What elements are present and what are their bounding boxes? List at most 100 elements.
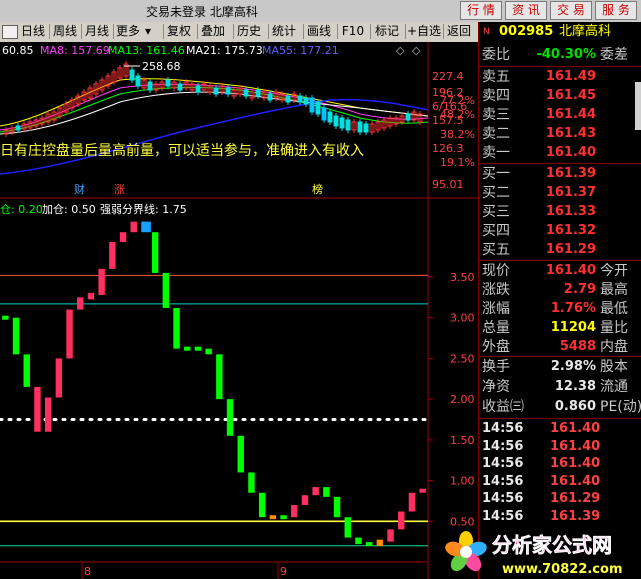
- more-button[interactable]: 更多: [114, 23, 142, 40]
- indicator-bar: [237, 435, 244, 473]
- ma-legend-1: MA8: 157.69: [40, 44, 110, 57]
- scrolling-message: 日有庄控盘量后量高前量，可以适当参与，准确进入有收入: [0, 142, 364, 159]
- tick-row: 14:56 161.39: [479, 508, 641, 525]
- percent-axis-label: 19.1%: [440, 156, 475, 169]
- panel-scroll-handle[interactable]: [635, 82, 641, 130]
- candle: [255, 89, 261, 97]
- indicator-bar: [226, 399, 234, 436]
- bid-row: 买一 161.39: [479, 165, 641, 183]
- candle: [357, 121, 363, 133]
- bid-value: 161.37: [545, 185, 596, 200]
- bid-value: 161.33: [545, 204, 596, 219]
- indicator-bar: [34, 386, 41, 432]
- ma-legend-0: 60.85: [2, 44, 34, 57]
- tab-quotes[interactable]: 行 情: [460, 1, 502, 20]
- tick-price: 161.40: [550, 421, 601, 436]
- candle: [363, 123, 369, 133]
- indicator-bar: [162, 272, 170, 308]
- divider: [479, 66, 641, 67]
- statistics-button[interactable]: 统计: [269, 23, 299, 40]
- candle: [327, 111, 333, 123]
- tick-time: 14:56: [482, 456, 524, 472]
- mark-button[interactable]: 标记: [372, 23, 402, 40]
- diamond-icon[interactable]: ◇: [412, 44, 421, 57]
- bid-label: 买一: [482, 166, 510, 182]
- watermark-logo: 分析家公式网 www.70822.com: [445, 531, 623, 577]
- event-tag-rise[interactable]: 涨: [114, 183, 125, 196]
- event-tag-finance[interactable]: 财: [74, 182, 85, 196]
- kline-chart-area[interactable]: 60.85 MA8: 157.69 MA13: 161.46 MA21: 175…: [0, 42, 478, 579]
- indicator-bar: [109, 241, 116, 269]
- history-button[interactable]: 历史: [234, 23, 264, 40]
- add-favorite-button[interactable]: +自选: [406, 23, 442, 40]
- event-tag-list[interactable]: 榜: [312, 182, 323, 196]
- window-title: 交易未登录 北摩高科: [146, 5, 258, 19]
- indicator-bar: [376, 539, 384, 547]
- indicator-bar: [258, 492, 266, 518]
- candle: [225, 87, 231, 95]
- tick-row: 14:56 161.40: [479, 455, 641, 472]
- ask-row: 卖五 161.49: [479, 68, 641, 86]
- weekly-button[interactable]: 周线: [50, 23, 80, 40]
- rights-adjust-button[interactable]: 复权: [164, 23, 194, 40]
- high-marker: 258.68: [142, 60, 181, 73]
- chevron-down-icon[interactable]: ▾: [142, 23, 154, 40]
- y-tick-label: 2.50: [450, 352, 475, 365]
- chart-icon[interactable]: [2, 25, 18, 39]
- stat2-extra-label: 流通: [600, 379, 628, 395]
- candle: [195, 85, 201, 93]
- x-tick-label: 8: [84, 565, 91, 578]
- stat-value: 2.79: [563, 282, 596, 297]
- bid-value: 161.29: [545, 242, 596, 257]
- daily-button[interactable]: 日线: [18, 23, 48, 40]
- ask-row: 卖二 161.43: [479, 125, 641, 143]
- stat-row: 外盘 5488 内盘: [479, 338, 641, 356]
- indicator-bar: [344, 517, 351, 538]
- y-tick-label: 3.50: [450, 271, 475, 284]
- stat2-label: 净资: [482, 379, 510, 395]
- ask-label: 卖一: [482, 145, 510, 161]
- tab-trade[interactable]: 交 易: [550, 1, 592, 20]
- candle: [15, 125, 21, 131]
- stat2-extra-label: 股本: [600, 359, 628, 375]
- window-title-bar: 交易未登录 北摩高科 行 情 资 讯 交 易 服 务: [0, 0, 641, 23]
- ma-legend-2: MA13: 161.46: [108, 44, 185, 57]
- chart-toolbar: 日线 周线 月线 更多 ▾ 复权 叠加 历史 统计 画线 F10 标记 +自选 …: [0, 22, 478, 43]
- divider: [479, 260, 641, 261]
- indicator-bar: [216, 354, 223, 400]
- candle: [213, 87, 219, 95]
- bid-label: 买四: [482, 223, 510, 239]
- bid-row: 买二 161.37: [479, 184, 641, 202]
- percent-axis-label: 38.2%: [440, 128, 475, 141]
- f10-button[interactable]: F10: [338, 23, 368, 40]
- monthly-button[interactable]: 月线: [82, 23, 112, 40]
- ask-row: 卖三 161.44: [479, 106, 641, 124]
- tab-service[interactable]: 服 务: [595, 1, 637, 20]
- stat-label: 现价: [482, 263, 510, 279]
- back-button[interactable]: 返回: [444, 23, 474, 40]
- indicator-bar: [12, 317, 20, 355]
- candle: [297, 95, 303, 103]
- bid-row: 买三 161.33: [479, 203, 641, 221]
- candle: [339, 117, 345, 129]
- overlay-button[interactable]: 叠加: [198, 23, 228, 40]
- y-tick-label: 3.00: [450, 312, 475, 325]
- indicator-bar: [269, 515, 277, 520]
- indicator-bar: [77, 297, 84, 310]
- price-axis-label: 95.01: [432, 178, 464, 191]
- tick-price: 161.40: [550, 438, 601, 454]
- stat-row: 涨跌 2.79 最高: [479, 281, 641, 299]
- candle: [315, 101, 321, 115]
- indicator-bar: [333, 496, 341, 518]
- tick-price: 161.39: [550, 509, 601, 524]
- diamond-icon[interactable]: ◇: [396, 44, 405, 57]
- indicator-bar: [23, 354, 30, 387]
- tab-news[interactable]: 资 讯: [505, 1, 547, 20]
- indicator-bar: [323, 487, 330, 497]
- stat-row: 总量 11204 量比: [479, 319, 641, 337]
- candle: [303, 97, 309, 105]
- draw-line-button[interactable]: 画线: [304, 23, 334, 40]
- bid-value: 161.32: [545, 223, 596, 238]
- ask-label: 卖二: [482, 126, 510, 142]
- bid-label: 买三: [482, 204, 510, 220]
